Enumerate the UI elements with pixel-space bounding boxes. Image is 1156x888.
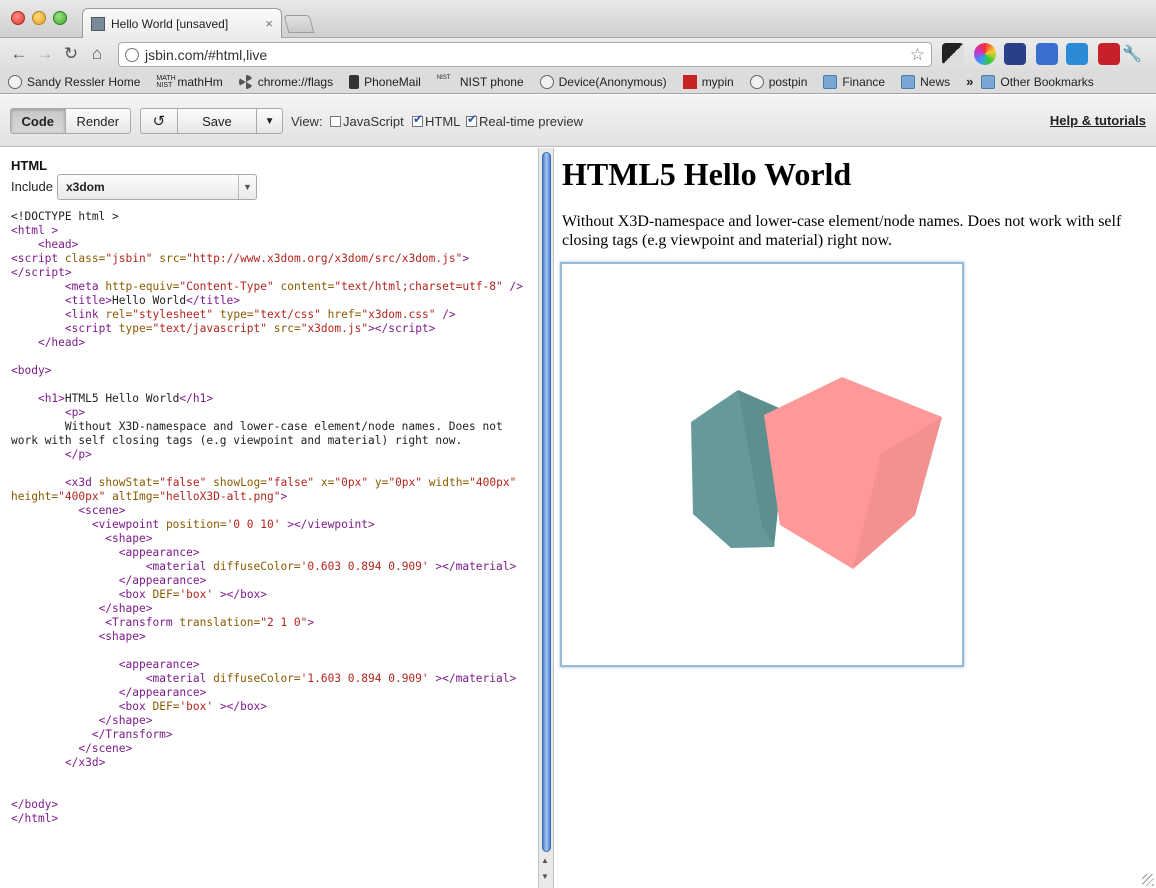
globe-icon (8, 74, 22, 89)
save-group: ↺ Save ▼ (140, 108, 283, 134)
other-bookmarks-folder[interactable]: Other Bookmarks (981, 74, 1094, 89)
jsbin-toolbar: Code Render ↺ Save ▼ View: JavaScript HT… (0, 95, 1156, 147)
x3d-scene-svg (691, 377, 942, 569)
folder-icon (901, 74, 916, 89)
folder-icon (981, 74, 996, 89)
bookmark-label: chrome://flags (257, 74, 334, 89)
reload-icon[interactable]: ↻ (60, 43, 82, 65)
live-preview-panel: HTML5 Hello World Without X3D-namespace … (554, 148, 1156, 888)
bookmark-item[interactable]: Device(Anonymous) (539, 74, 667, 89)
checkbox-unchecked[interactable] (330, 116, 341, 127)
bookmark-item[interactable]: postpin (749, 74, 808, 89)
help-tutorials-link[interactable]: Help & tutorials (1050, 113, 1146, 128)
extension-icon-1[interactable] (942, 43, 964, 65)
page-info-globe-icon[interactable] (125, 47, 139, 62)
html-checkbox[interactable]: HTML (412, 112, 461, 129)
bookmark-label: postpin (768, 74, 808, 89)
code-tab-button[interactable]: Code (11, 109, 65, 133)
preview-intro-paragraph: Without X3D-namespace and lower-case ele… (562, 213, 1122, 249)
window-minimize-button[interactable] (32, 11, 46, 25)
code-textarea[interactable]: <!DOCTYPE html > <html > <head> <script … (11, 210, 538, 826)
html-editor-panel: HTML Include x3dom ▼ <!DOCTYPE html > <h… (0, 148, 538, 888)
bookmark-item[interactable]: mypin (682, 74, 734, 89)
address-bar[interactable]: jsbin.com/#html,live ☆ (118, 42, 932, 67)
bookmark-star-icon[interactable]: ☆ (910, 45, 925, 65)
save-menu-chevron-icon[interactable]: ▼ (256, 109, 282, 133)
color-wheel-extension-icon[interactable] (974, 43, 996, 65)
checkbox-checked[interactable] (412, 112, 423, 127)
checkbox-label: JavaScript (343, 114, 404, 129)
realtime-preview-checkbox[interactable]: Real-time preview (466, 112, 584, 129)
scroll-up-arrow-icon[interactable]: ▲ (541, 856, 549, 865)
wrench-menu-icon[interactable]: 🔧 (1122, 44, 1142, 64)
bookmark-item[interactable]: Sandy Ressler Home (8, 74, 141, 89)
back-arrow-icon[interactable]: ← (8, 43, 30, 65)
window-close-button[interactable] (11, 11, 25, 25)
chevron-down-icon[interactable]: ▼ (238, 175, 256, 199)
bookmarks-overflow-chevron-icon[interactable]: » (966, 74, 973, 89)
javascript-checkbox[interactable]: JavaScript (330, 114, 404, 129)
include-label: Include (11, 179, 53, 194)
math-icon: MATH NIST (156, 74, 176, 89)
resize-grip-icon[interactable] (1142, 874, 1154, 886)
browser-tab[interactable]: Hello World [unsaved] × (82, 8, 282, 38)
home-icon[interactable]: ⌂ (86, 43, 108, 65)
bookmark-folder[interactable]: News (901, 74, 951, 89)
bookmark-item[interactable]: MATH NIST mathHm (156, 75, 222, 89)
tab-title: Hello World [unsaved] (111, 16, 229, 31)
extension-icon-5[interactable] (1066, 43, 1088, 65)
checkbox-checked[interactable] (466, 112, 477, 127)
calendar-extension-icon[interactable] (1036, 43, 1058, 65)
url-text[interactable]: jsbin.com/#html,live (145, 47, 910, 63)
bookmark-folder[interactable]: Finance (823, 74, 886, 89)
extension-icon-3[interactable] (1004, 43, 1026, 65)
forward-arrow-icon[interactable]: → (34, 43, 56, 65)
window-titlebar: Hello World [unsaved] × (0, 0, 1156, 38)
x3d-canvas[interactable] (560, 262, 964, 667)
new-tab-button[interactable] (283, 15, 315, 33)
globe-icon (749, 74, 764, 89)
checkbox-label: HTML (425, 114, 461, 129)
radiation-icon (238, 74, 253, 89)
bookmark-label: NIST phone (459, 74, 524, 89)
save-button[interactable]: Save (176, 109, 256, 133)
bookmark-item[interactable]: NIST NIST phone (437, 75, 524, 89)
globe-icon (539, 74, 554, 89)
checkbox-label: Real-time preview (479, 114, 584, 129)
bookmark-label: Device(Anonymous) (558, 74, 667, 89)
window-zoom-button[interactable] (53, 11, 67, 25)
preview-heading: HTML5 Hello World (562, 156, 852, 192)
include-library-select[interactable]: x3dom ▼ (57, 174, 257, 200)
bookmarks-bar: Sandy Ressler Home MATH NIST mathHm chrom… (0, 70, 1156, 94)
tab-close-icon[interactable]: × (265, 16, 273, 31)
bookmark-label: mathHm (177, 74, 223, 89)
folder-icon (823, 74, 838, 89)
scroll-down-arrow-icon[interactable]: ▼ (541, 872, 549, 881)
code-render-toggle: Code Render (10, 108, 131, 134)
bookmark-label: mypin (701, 74, 734, 89)
render-tab-button[interactable]: Render (64, 109, 130, 133)
bookmark-label: Finance (842, 74, 886, 89)
scrollbar-thumb[interactable] (542, 152, 551, 852)
bookmark-item[interactable]: PhoneMail (349, 74, 421, 89)
panel-splitter-scrollbar[interactable]: ▲ ▼ (538, 148, 554, 888)
panel-title: HTML (11, 158, 48, 173)
bookmark-label: Sandy Ressler Home (27, 74, 141, 89)
view-label: View: (291, 114, 323, 129)
bookmark-item[interactable]: chrome://flags (238, 74, 334, 89)
browser-toolbar: ← → ↻ ⌂ jsbin.com/#html,live ☆ 🔧 (0, 38, 1156, 70)
bookmark-label: PhoneMail (364, 74, 421, 89)
phone-icon (349, 74, 360, 89)
bookmark-label: News (920, 74, 951, 89)
nist-icon: NIST (436, 74, 451, 81)
revert-icon[interactable]: ↺ (141, 109, 177, 133)
extension-icon-6[interactable] (1098, 43, 1120, 65)
include-selected-value: x3dom (66, 180, 105, 194)
red-pin-icon (682, 74, 697, 89)
bookmark-label: Other Bookmarks (1000, 74, 1094, 89)
jsbin-favicon-icon (91, 16, 105, 31)
